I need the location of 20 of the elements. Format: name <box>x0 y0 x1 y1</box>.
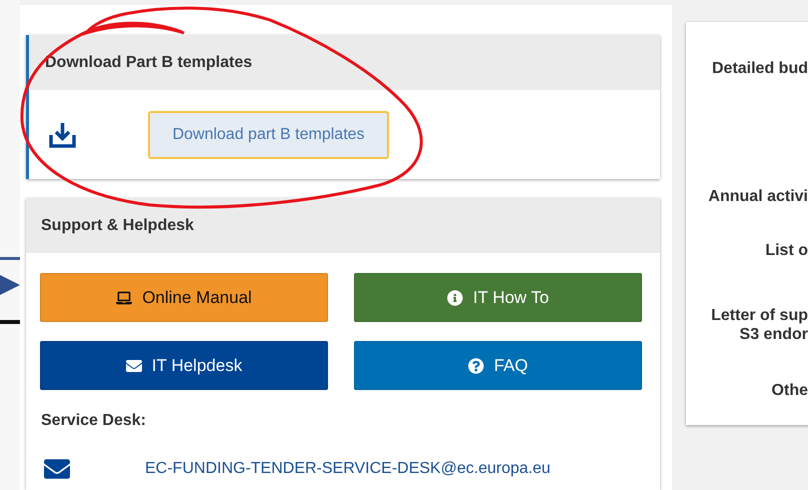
document-label: Letter of sup S3 endor <box>710 306 808 344</box>
download-icon <box>49 122 76 148</box>
support-button[interactable]: Online Manual <box>40 273 328 322</box>
document-label: Annual activi <box>707 187 808 206</box>
arrow-drawing <box>0 257 20 325</box>
service-desk-label: Service Desk: <box>40 411 147 430</box>
card-title: Support & Helpdesk <box>41 216 194 234</box>
laptop-icon <box>116 290 132 306</box>
info-icon <box>447 290 464 306</box>
document-label: Detailed bud <box>710 59 808 78</box>
support-button[interactable]: IT Helpdesk <box>40 341 328 390</box>
envelope-icon <box>126 358 142 374</box>
card-title: Download Part B templates <box>45 54 252 72</box>
question-icon <box>468 358 484 374</box>
document-label: Othe <box>770 381 808 400</box>
support-button[interactable]: IT How To <box>354 273 642 322</box>
download-templates-button[interactable]: Download part B templates <box>148 110 389 158</box>
email-link[interactable]: EC-FUNDING-TENDER-SERVICE-DESK@ec.europa.eu <box>145 460 550 478</box>
faq-button[interactable]: FAQ <box>354 341 642 390</box>
document-label: List o <box>764 241 808 260</box>
